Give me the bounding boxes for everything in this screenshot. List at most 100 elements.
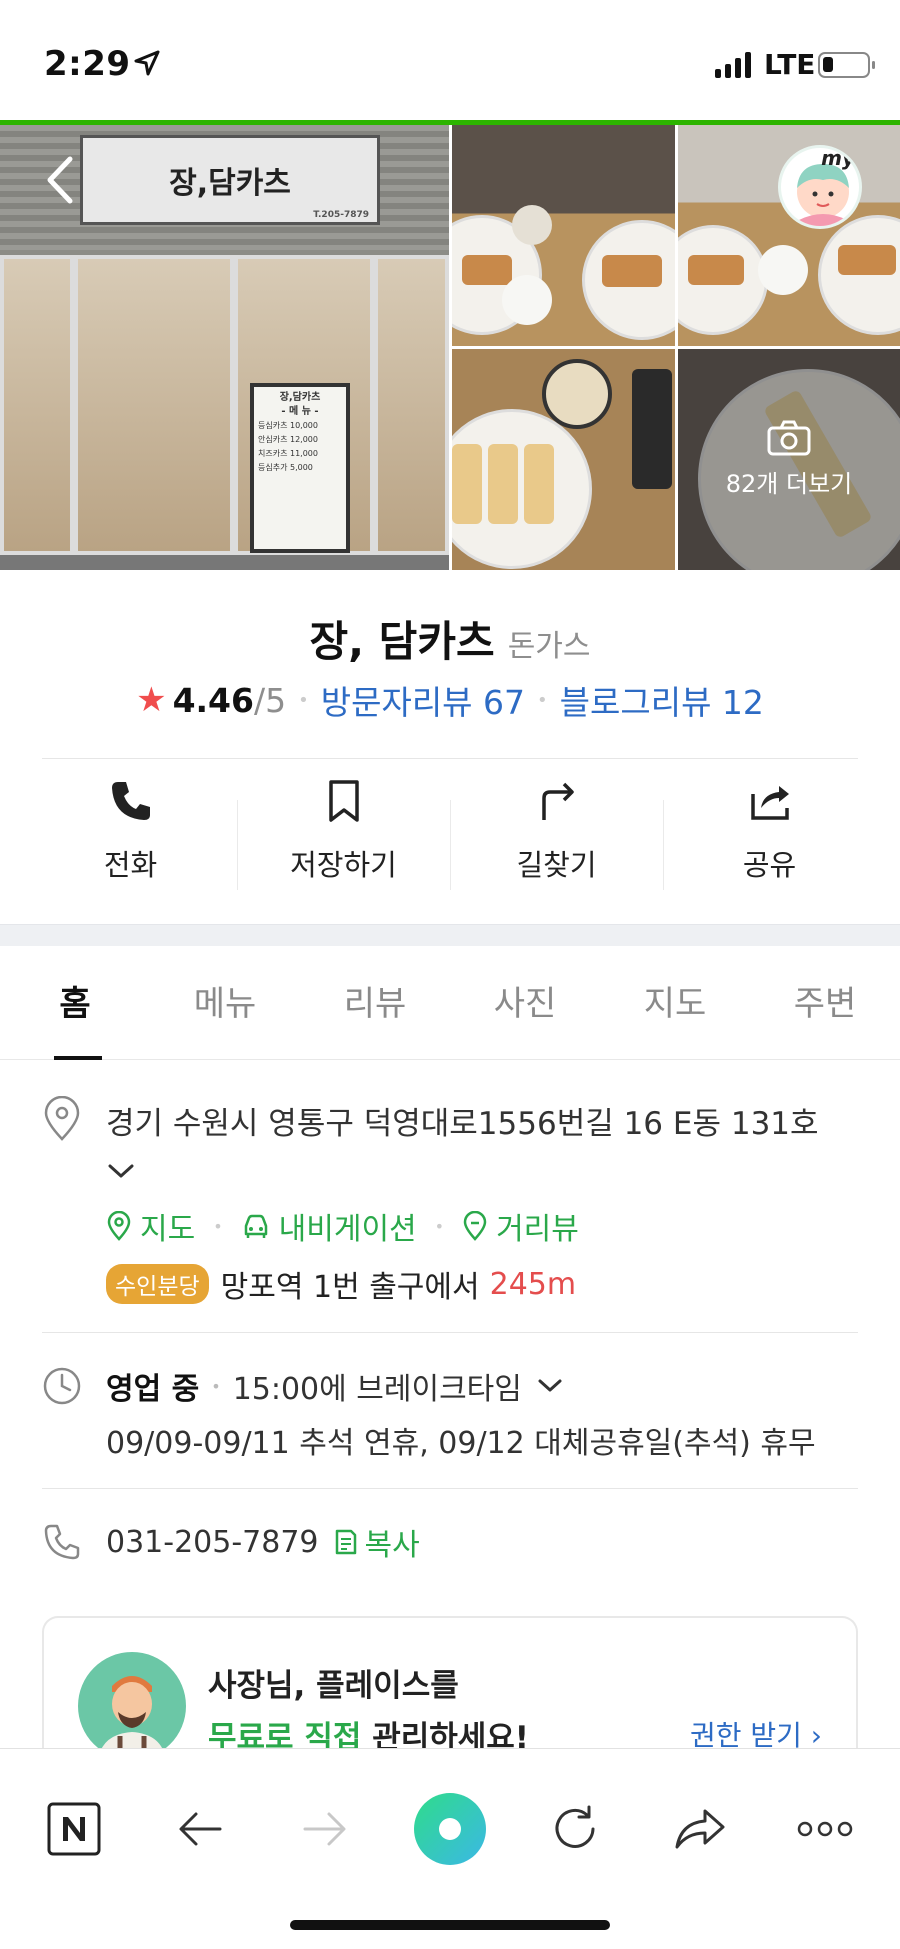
arrow-left-icon xyxy=(179,1812,222,1846)
place-title: 장, 담카츠 돈가스 xyxy=(0,608,900,669)
save-label: 저장하기 xyxy=(290,848,397,882)
store-sign: 장,담카츠 T.205-7879 xyxy=(80,135,380,225)
divider xyxy=(42,1332,858,1333)
back-arrow-icon[interactable] xyxy=(40,155,80,205)
subway-info: 수인분당 망포역 1번 출구에서 245m xyxy=(106,1262,576,1306)
tab-bar: 홈 메뉴 리뷰 사진 지도 주변 xyxy=(0,946,900,1060)
naver-home-button[interactable] xyxy=(34,1789,114,1869)
street-view-icon xyxy=(463,1211,487,1241)
subway-text: 망포역 1번 출구에서 xyxy=(220,1270,480,1305)
chef-illustration-icon xyxy=(98,1676,166,1756)
directions-button[interactable]: 길찾기 xyxy=(450,778,663,898)
more-photos-label: 82개 더보기 xyxy=(725,470,853,498)
map-link[interactable]: 지도 xyxy=(106,1204,195,1248)
copy-icon xyxy=(335,1529,356,1555)
car-icon xyxy=(244,1214,267,1238)
break-time: 15:00에 브레이크타임 xyxy=(232,1372,522,1407)
owner-avatar xyxy=(78,1652,186,1756)
green-dot-icon xyxy=(414,1793,486,1865)
owner-claim-banner[interactable]: 사장님, 플레이스를 무료로 직접 관리하세요! 권한 받기 › xyxy=(42,1616,858,1756)
refresh-button[interactable] xyxy=(535,1789,615,1869)
chevron-down-icon[interactable] xyxy=(536,1376,564,1396)
home-indicator xyxy=(290,1920,610,1930)
navigation-link-label: 내비게이션 xyxy=(278,1212,417,1247)
refresh-icon xyxy=(555,1805,595,1848)
place-name: 장, 담카츠 xyxy=(309,617,495,666)
place-category: 돈가스 xyxy=(507,629,591,664)
tab-nearby[interactable]: 주변 xyxy=(750,946,900,1059)
more-dots-icon xyxy=(797,1821,853,1837)
owner-banner-title: 사장님, 플레이스를 xyxy=(208,1668,459,1704)
photo-gallery: 장,담카츠 T.205-7879 장,담카츠 - 메 뉴 - 등심카츠 10,0… xyxy=(0,120,900,570)
clock-icon xyxy=(43,1367,81,1405)
my-profile-badge[interactable]: my xyxy=(778,145,862,229)
street-view-link-label: 거리뷰 xyxy=(496,1212,579,1247)
divider xyxy=(42,1488,858,1489)
tab-map[interactable]: 지도 xyxy=(600,946,750,1059)
green-dot-button[interactable] xyxy=(410,1789,490,1869)
chevron-down-icon[interactable] xyxy=(106,1160,136,1182)
section-separator xyxy=(0,924,900,946)
location-arrow-icon xyxy=(134,50,160,76)
tab-reviews[interactable]: 리뷰 xyxy=(300,946,450,1059)
subway-line-badge: 수인분당 xyxy=(106,1264,209,1304)
blog-reviews-link[interactable]: 블로그리뷰 12 xyxy=(560,676,764,724)
signal-icon xyxy=(715,50,751,78)
share-icon xyxy=(750,786,789,820)
browser-toolbar xyxy=(0,1748,900,1949)
call-label: 전화 xyxy=(103,848,158,882)
camera-icon xyxy=(767,420,811,456)
map-links: 지도 • 내비게이션 • 거리뷰 xyxy=(106,1204,579,1248)
holiday-notice: 09/09-09/11 추석 연휴, 09/12 대체공휴일(추석) 휴무 xyxy=(106,1426,816,1461)
food-photo-1[interactable] xyxy=(452,125,675,346)
share-page-button[interactable] xyxy=(660,1789,740,1869)
call-button[interactable]: 전화 xyxy=(24,778,237,898)
forward-button[interactable] xyxy=(285,1789,365,1869)
phone-row: 031-205-7879 복사 xyxy=(106,1520,420,1564)
map-pin-icon xyxy=(107,1211,131,1241)
copy-button[interactable]: 복사 xyxy=(333,1520,420,1564)
tab-photos[interactable]: 사진 xyxy=(450,946,600,1059)
my-label: my xyxy=(821,146,855,170)
food-photo-3[interactable] xyxy=(452,349,675,570)
bookmark-icon xyxy=(328,780,359,822)
rating-row: ★ 4.46 /5 • 방문자리뷰 67 • 블로그리뷰 12 xyxy=(0,676,900,724)
more-photos-tile[interactable]: 82개 더보기 xyxy=(678,349,900,570)
action-bar: 전화 저장하기 길찾기 공유 xyxy=(24,778,876,898)
arrow-right-icon xyxy=(303,1812,346,1846)
status-bar: 2:29 LTE xyxy=(0,0,900,120)
naver-logo-icon xyxy=(47,1802,101,1856)
phone-outline-icon xyxy=(44,1524,80,1560)
save-button[interactable]: 저장하기 xyxy=(237,778,450,898)
tab-menu[interactable]: 메뉴 xyxy=(150,946,300,1059)
rating-max: /5 xyxy=(253,680,287,720)
share-arrow-icon xyxy=(675,1809,725,1849)
visitor-reviews-link[interactable]: 방문자리뷰 67 xyxy=(321,676,525,724)
map-pin-icon xyxy=(44,1096,80,1141)
network-label: LTE xyxy=(764,48,816,81)
directions-icon xyxy=(541,782,574,820)
star-icon: ★ xyxy=(136,680,167,720)
navigation-link[interactable]: 내비게이션 xyxy=(241,1204,417,1248)
address-text: 경기 수원시 영통구 덕영대로1556번길 16 E동 131호 xyxy=(106,1106,819,1142)
map-link-label: 지도 xyxy=(140,1212,196,1247)
storefront-photo[interactable]: 장,담카츠 T.205-7879 장,담카츠 - 메 뉴 - 등심카츠 10,0… xyxy=(0,125,449,570)
back-button[interactable] xyxy=(160,1789,240,1869)
share-label: 공유 xyxy=(742,848,797,882)
share-button[interactable]: 공유 xyxy=(663,778,876,898)
subway-distance: 245m xyxy=(489,1266,577,1302)
business-hours[interactable]: 영업 중 • 15:00에 브레이크타임 xyxy=(106,1364,564,1408)
directions-label: 길찾기 xyxy=(516,848,597,882)
divider xyxy=(42,758,858,759)
phone-icon xyxy=(111,782,150,820)
menu-board: 장,담카츠 - 메 뉴 - 등심카츠 10,000 안심카츠 12,000 치즈… xyxy=(250,383,350,553)
street-view-link[interactable]: 거리뷰 xyxy=(462,1204,579,1248)
copy-label: 복사 xyxy=(364,1528,420,1563)
open-status: 영업 중 xyxy=(106,1372,200,1407)
tab-home[interactable]: 홈 xyxy=(0,946,150,1060)
phone-number[interactable]: 031-205-7879 xyxy=(106,1525,319,1560)
rating-score: 4.46 xyxy=(172,680,254,720)
more-options-button[interactable] xyxy=(785,1789,865,1869)
status-time: 2:29 xyxy=(44,44,131,84)
battery-icon xyxy=(818,52,875,78)
